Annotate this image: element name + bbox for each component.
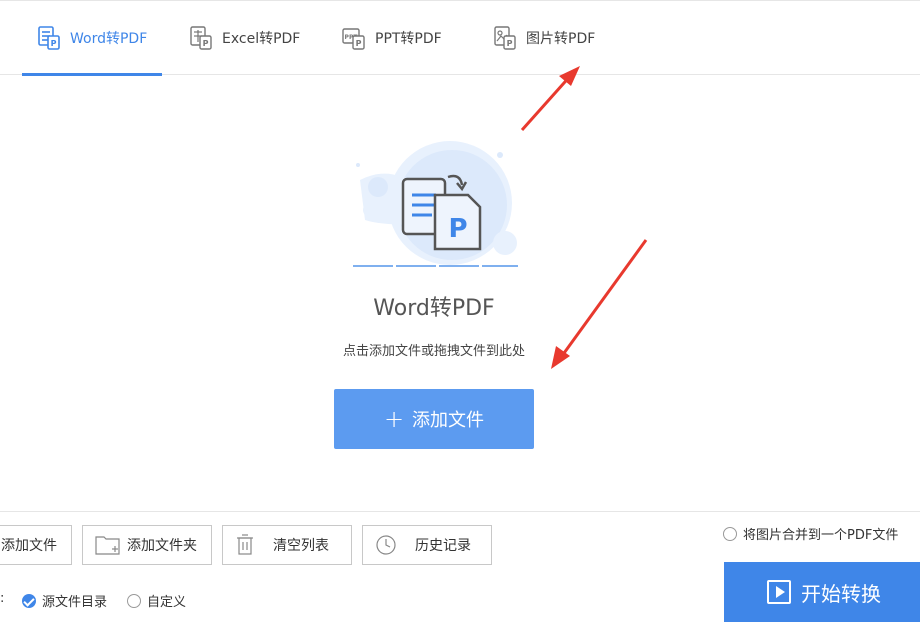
svg-text:P: P [51,39,57,48]
clear-list-button[interactable]: 清空列表 [222,525,352,565]
tab-excel-to-pdf[interactable]: P Excel转PDF [188,1,300,75]
output-source-dir-option[interactable]: 源文件目录 [22,591,107,610]
annotation-arrow [520,66,580,131]
svg-text:P: P [448,214,467,244]
toolbar-divider [0,511,920,512]
custom-label: 自定义 [147,595,187,610]
custom-radio[interactable] [127,593,141,608]
folder-plus-icon [95,536,120,555]
tab-label: 图片转PDF [526,31,596,47]
image-doc-icon: P [494,26,516,50]
merge-radio[interactable] [723,526,737,541]
add-file-label: 添加文件 [412,410,485,431]
plus-icon: + [383,405,405,433]
start-convert-label: 开始转换 [801,581,881,606]
word-to-pdf-illustration: P [353,141,518,267]
clock-icon [376,535,396,555]
add-folder-button[interactable]: 添加文件夹 [82,525,212,565]
source-dir-radio[interactable] [22,593,36,608]
tab-label: Word转PDF [70,31,148,47]
ppt-doc-icon: PPT P [342,28,365,50]
add-file-button[interactable]: + 添加文件 [334,389,534,449]
svg-text:P: P [507,39,513,48]
svg-text:P: P [203,39,209,48]
tab-label: PPT转PDF [375,31,442,47]
page-title: Word转PDF [373,296,495,321]
word-doc-icon: P [38,26,60,50]
tab-ppt-to-pdf[interactable]: PPT P PPT转PDF [341,1,442,75]
play-icon [767,580,791,604]
tab-image-to-pdf[interactable]: P 图片转PDF [492,1,595,75]
source-dir-label: 源文件目录 [42,595,108,610]
merge-label: 将图片合并到一个PDF文件 [743,528,899,543]
history-button[interactable]: 历史记录 [362,525,492,565]
add-file-tool-button[interactable]: 添加文件 [0,525,72,565]
add-folder-label: 添加文件夹 [127,538,197,554]
add-file-tool-label: 添加文件 [1,538,57,554]
tab-bar: P Word转PDF P Excel转PDF PPT P PPT转PDF P 图… [0,0,920,76]
start-convert-button[interactable]: 开始转换 [724,562,920,622]
tab-word-to-pdf[interactable]: P Word转PDF [21,1,163,76]
excel-doc-icon: P [190,26,212,50]
output-custom-option[interactable]: 自定义 [127,591,186,610]
output-label: : [0,591,5,606]
trash-icon [237,534,253,555]
tab-label: Excel转PDF [222,31,301,47]
drop-hint: 点击添加文件或拖拽文件到此处 [342,344,525,359]
merge-images-option[interactable]: 将图片合并到一个PDF文件 [723,524,898,543]
svg-text:P: P [356,39,362,48]
history-label: 历史记录 [415,538,471,554]
clear-list-label: 清空列表 [273,538,329,554]
